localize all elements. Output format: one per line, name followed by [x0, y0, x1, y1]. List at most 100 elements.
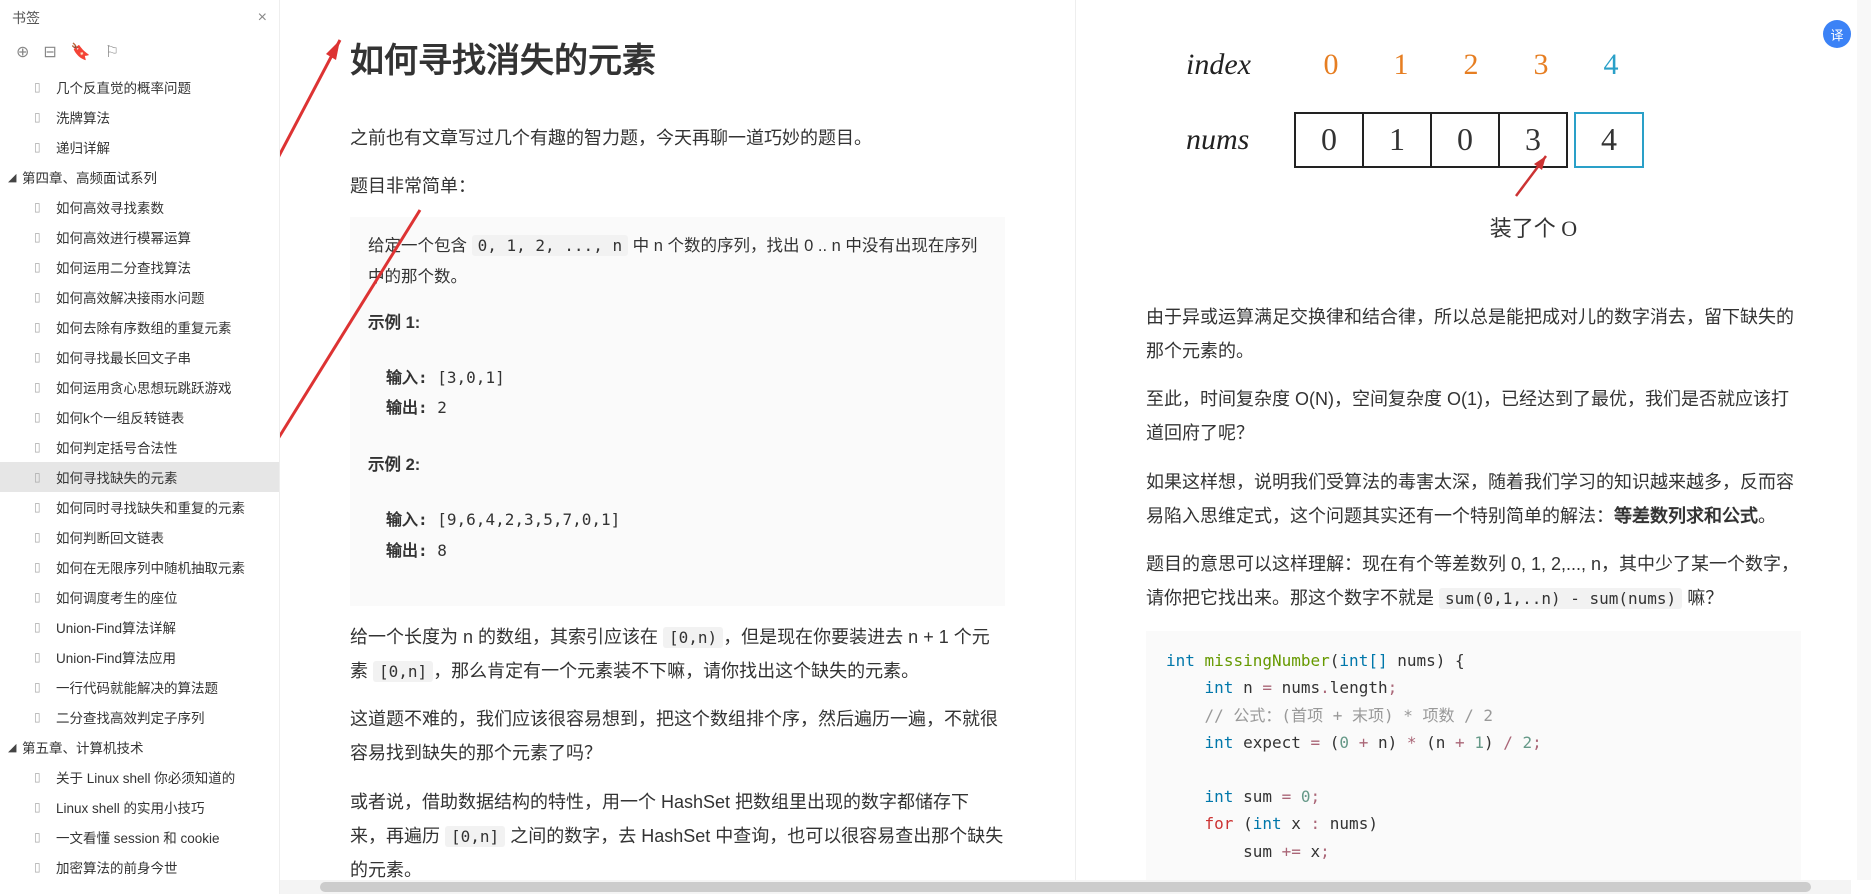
add-bookmark-icon[interactable]: ⊕ — [16, 42, 29, 62]
close-icon[interactable]: × — [258, 9, 267, 27]
bookmark-item-icon: ▯ — [34, 620, 50, 634]
toc-item[interactable]: ▯ 如何运用二分查找算法 — [0, 252, 279, 282]
toc-item[interactable]: ▯如何寻找最长回文子串 — [0, 342, 279, 372]
left-page: 如何寻找消失的元素 之前也有文章写过几个有趣的智力题，今天再聊一道巧妙的题目。 … — [280, 0, 1075, 894]
toc-label: 如何运用二分查找算法 — [56, 257, 191, 277]
para: 题目的意思可以这样理解：现在有个等差数列 0, 1, 2,..., n，其中少了… — [1146, 547, 1801, 615]
bookmark-item-icon: ▯ — [34, 290, 50, 304]
horizontal-scrollbar[interactable] — [280, 880, 1851, 894]
annotation-arrow-1 — [280, 20, 360, 240]
toc-label: 如何高效寻找素数 — [56, 197, 164, 217]
toc-label: Linux shell 的实用小技巧 — [56, 797, 205, 817]
bookmark-item-icon: ▯ — [34, 320, 50, 334]
toc-label: 加密算法的前身今世 — [56, 857, 178, 877]
bookmark-item-icon: ▯ — [34, 200, 50, 214]
toc-item[interactable]: ▯如何k个一组反转链表 — [0, 402, 279, 432]
translate-badge[interactable]: 译 — [1823, 20, 1851, 48]
toc-item[interactable]: ▯ 如何高效进行模幂运算 — [0, 222, 279, 252]
toc-label: Union-Find算法应用 — [56, 647, 176, 667]
toc-label: 如何寻找缺失的元素 — [56, 467, 178, 487]
sidebar-title: 书签 — [12, 8, 40, 28]
toc-label: 一行代码就能解决的算法题 — [56, 677, 218, 697]
bookmark-item-icon: ▯ — [34, 800, 50, 814]
toc-list[interactable]: ▯ 几个反直觉的概率问题 ▯ 洗牌算法 ▯ 递归详解 ◢第四章、高频面试系列 ▯ 如何高效寻… — [0, 72, 279, 894]
toc-label: 如何k个一组反转链表 — [56, 407, 184, 427]
bookmark-item-icon: ▯ — [34, 680, 50, 694]
index-cell: 0 — [1296, 36, 1366, 93]
para: 或者说，借助数据结构的特性，用一个 HashSet 把数组里出现的数字都储存下来… — [350, 785, 1005, 888]
toc-label: 如何高效进行模幂运算 — [56, 227, 191, 247]
toc-item[interactable]: ▯如何在无限序列中随机抽取元素 — [0, 552, 279, 582]
bookmark-item-icon: ▯ — [34, 110, 50, 124]
nums-cell: 0 — [1294, 112, 1364, 168]
chapter-4[interactable]: ◢第四章、高频面试系列 — [0, 162, 279, 192]
bookmarks-sidebar: 书签 × ⊕ ⊟ 🔖 ⚐ ▯ 几个反直觉的概率问题 ▯ 洗牌算法 ▯ 递归详解 ◢第四章、… — [0, 0, 280, 894]
toc-label: 如何运用贪心思想玩跳跃游戏 — [56, 377, 232, 397]
nums-cell: 4 — [1574, 112, 1644, 168]
toc-item[interactable]: ▯ 如何去除有序数组的重复元素 — [0, 312, 279, 342]
chapter-5[interactable]: ◢第五章、计算机技术 — [0, 732, 279, 762]
toc-item[interactable]: ▯ 加密算法的前身今世 — [0, 852, 279, 882]
toc-label: 如何判定括号合法性 — [56, 437, 178, 457]
example-1: 输入: [3,0,1] 输出: 2 — [368, 353, 987, 434]
toc-item[interactable]: ▯ 二分查找高效判定子序列 — [0, 702, 279, 732]
toc-label: 递归详解 — [56, 137, 110, 157]
bookmark-item-icon: ▯ — [34, 650, 50, 664]
nums-cell: 1 — [1362, 112, 1432, 168]
toc-item[interactable]: ▯ Union-Find算法详解 — [0, 612, 279, 642]
toc-item[interactable]: ▯ 几个反直觉的概率问题 — [0, 72, 279, 102]
toc-item[interactable]: ▯关于 Linux shell 你必须知道的 — [0, 762, 279, 792]
toc-item[interactable]: ▯如何寻找缺失的元素 — [0, 462, 279, 492]
toc-label: 如何去除有序数组的重复元素 — [56, 317, 232, 337]
vertical-scrollbar[interactable] — [1857, 0, 1871, 880]
bookmark-item-icon: ▯ — [34, 260, 50, 274]
collapse-icon[interactable]: ⊟ — [43, 42, 56, 62]
example-2: 输入: [9,6,4,2,3,5,7,0,1] 输出: 8 — [368, 495, 987, 576]
index-nums-diagram: index 01234 nums 01034 装了个 O — [1146, 16, 1801, 260]
toc-label: 二分查找高效判定子序列 — [56, 707, 205, 727]
toc-item[interactable]: ▯ 递归详解 — [0, 132, 279, 162]
toc-item[interactable]: ▯ Union-Find算法应用 — [0, 642, 279, 672]
index-cell: 3 — [1506, 36, 1576, 93]
bookmark-icon[interactable]: 🔖 — [71, 42, 91, 62]
bookmark-item-icon: ▯ — [34, 380, 50, 394]
toc-item[interactable]: ▯ 如何同时寻找缺失和重复的元素 — [0, 492, 279, 522]
toc-item[interactable]: ▯ Linux shell 的实用小技巧 — [0, 792, 279, 822]
toc-label: 关于 Linux shell 你必须知道的 — [56, 767, 235, 787]
bookmark-item-icon: ▯ — [34, 140, 50, 154]
toc-item[interactable]: ▯如何判定括号合法性 — [0, 432, 279, 462]
bookmark-item-icon: ▯ — [34, 830, 50, 844]
toc-item[interactable]: ▯如何调度考生的座位 — [0, 582, 279, 612]
toc-item[interactable]: ▯ 如何判断回文链表 — [0, 522, 279, 552]
bookmark-item-icon: ▯ — [34, 710, 50, 724]
nums-cell: 0 — [1430, 112, 1500, 168]
toc-label: 如何同时寻找缺失和重复的元素 — [56, 497, 245, 517]
content-area: 如何寻找消失的元素 之前也有文章写过几个有趣的智力题，今天再聊一道巧妙的题目。 … — [280, 0, 1871, 894]
toc-item[interactable]: ▯ 一行代码就能解决的算法题 — [0, 672, 279, 702]
toc-label: Union-Find算法详解 — [56, 617, 176, 637]
bookmark-item-icon: ▯ — [34, 350, 50, 364]
bookmark-item-icon: ▯ — [34, 530, 50, 544]
page-title: 如何寻找消失的元素 — [350, 30, 1005, 95]
toc-item[interactable]: ▯如何高效解决接雨水问题 — [0, 282, 279, 312]
toc-label: 如何判断回文链表 — [56, 527, 164, 547]
ribbon-icon[interactable]: ⚐ — [105, 42, 119, 62]
toc-item[interactable]: ▯ 如何运用贪心思想玩跳跃游戏 — [0, 372, 279, 402]
toc-item[interactable]: ▯ 如何高效寻找素数 — [0, 192, 279, 222]
para: 由于异或运算满足交换律和结合律，所以总是能把成对儿的数字消去，留下缺失的那个元素… — [1146, 300, 1801, 368]
diagram-arrow-icon — [1506, 146, 1566, 206]
toc-item[interactable]: ▯ 洗牌算法 — [0, 102, 279, 132]
bookmark-item-icon: ▯ — [34, 860, 50, 874]
toc-item[interactable]: ▯一文看懂 session 和 cookie — [0, 822, 279, 852]
bookmark-item-icon: ▯ — [34, 500, 50, 514]
toc-label: 如何在无限序列中随机抽取元素 — [56, 557, 245, 577]
toc-label: 几个反直觉的概率问题 — [56, 77, 191, 97]
para: 至此，时间复杂度 O(N)，空间复杂度 O(1)，已经达到了最优，我们是否就应该… — [1146, 382, 1801, 450]
right-page: index 01234 nums 01034 装了个 O 由于异或运算满足交换律… — [1075, 0, 1871, 894]
para: 如果这样想，说明我们受算法的毒害太深，随着我们学习的知识越来越多，反而容易陷入思… — [1146, 465, 1801, 533]
toc-label: 洗牌算法 — [56, 107, 110, 127]
index-cell: 2 — [1436, 36, 1506, 93]
bookmark-item-icon: ▯ — [34, 80, 50, 94]
para: 题目非常简单： — [350, 169, 1005, 203]
bookmark-item-icon: ▯ — [34, 230, 50, 244]
